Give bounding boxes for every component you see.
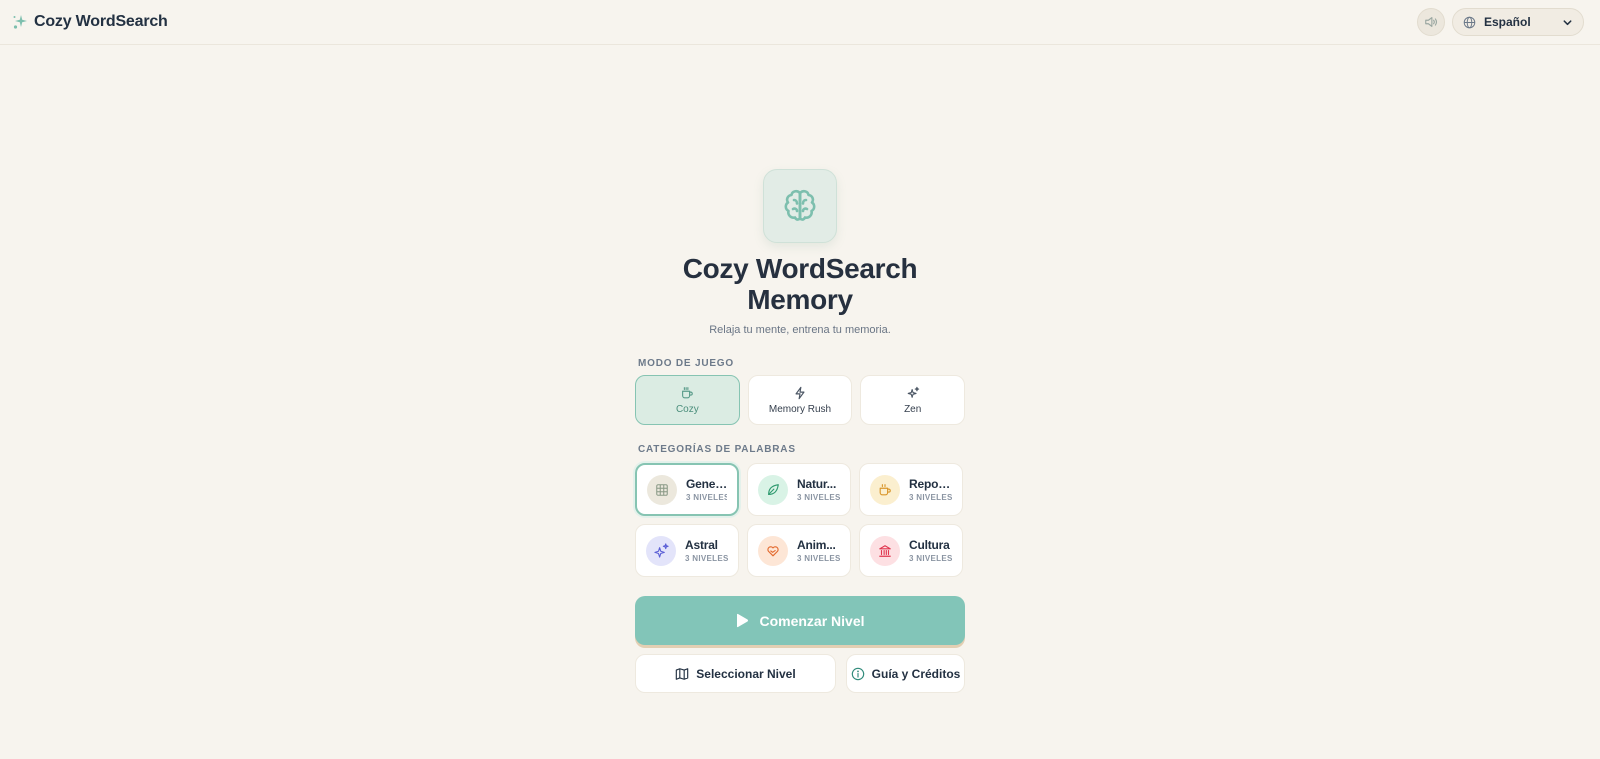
- language-select[interactable]: Español: [1452, 8, 1584, 36]
- guide-credits-button[interactable]: Guía y Créditos: [846, 654, 965, 693]
- title-line-2: Memory: [747, 284, 853, 315]
- cup-icon: [870, 474, 900, 505]
- grid-icon: [647, 474, 677, 505]
- start-level-label: Comenzar Nivel: [759, 612, 865, 629]
- title-line-1: Cozy WordSearch: [682, 253, 918, 284]
- category-levels: 3 NIVELES: [909, 493, 952, 502]
- mode-cozy-button[interactable]: Cozy: [635, 375, 740, 425]
- sparkles-icon: [907, 386, 919, 398]
- category-levels: 3 NIVELES: [909, 554, 952, 563]
- brand[interactable]: Cozy WordSearch: [12, 13, 168, 31]
- mode-label: Memory Rush: [768, 403, 832, 415]
- category-name: Anim...: [797, 538, 836, 552]
- guide-credits-label: Guía y Créditos: [871, 666, 961, 681]
- category-levels: 3 NIVELES: [686, 493, 727, 502]
- top-bar: Cozy WordSearch Español: [0, 0, 1600, 45]
- volume-icon: [1425, 17, 1438, 27]
- select-level-button[interactable]: Seleccionar Nivel: [635, 654, 836, 693]
- category-name: General: [686, 477, 727, 491]
- category-cultura[interactable]: Cultura 3 NIVELES: [859, 524, 963, 577]
- category-levels: 3 NIVELES: [797, 554, 840, 563]
- category-name: Repos...: [909, 477, 951, 491]
- brand-name: Cozy WordSearch: [34, 13, 168, 30]
- category-naturaleza[interactable]: Natur... 3 NIVELES: [747, 463, 851, 516]
- categories-section-label: CATEGORÍAS DE PALABRAS: [638, 444, 796, 455]
- language-label: Español: [1484, 15, 1531, 29]
- mode-section-label: MODO DE JUEGO: [638, 358, 734, 369]
- category-levels: 3 NIVELES: [685, 554, 728, 563]
- info-icon: [851, 667, 864, 680]
- brain-icon: [784, 189, 816, 221]
- category-reposo[interactable]: Repos... 3 NIVELES: [859, 463, 963, 516]
- play-icon: [737, 613, 749, 628]
- select-level-label: Seleccionar Nivel: [696, 666, 796, 681]
- leaf-icon: [758, 474, 788, 505]
- landmark-icon: [870, 535, 900, 566]
- sound-toggle-button[interactable]: [1417, 8, 1445, 36]
- globe-icon: [1463, 16, 1476, 28]
- category-grid: General 3 NIVELES Natur... 3 NIVELES Rep…: [635, 463, 965, 577]
- mode-zen-button[interactable]: Zen: [860, 375, 966, 425]
- category-name: Natur...: [797, 477, 837, 491]
- page-title: Cozy WordSearch Memory: [600, 253, 1000, 315]
- mode-label: Zen: [904, 403, 922, 415]
- hero-logo: [763, 169, 837, 243]
- map-icon: [676, 667, 689, 680]
- category-astral[interactable]: Astral 3 NIVELES: [635, 524, 739, 577]
- category-levels: 3 NIVELES: [797, 493, 840, 502]
- sparkle-icon: [13, 15, 27, 29]
- zap-icon: [795, 386, 805, 399]
- mode-selector: Cozy Memory Rush Zen: [635, 375, 966, 425]
- heart-hand-icon: [758, 535, 788, 566]
- category-name: Cultura: [909, 538, 950, 552]
- category-animales[interactable]: Anim... 3 NIVELES: [747, 524, 851, 577]
- category-name: Astral: [685, 538, 718, 552]
- coffee-icon: [682, 386, 694, 398]
- chevron-down-icon: [1563, 19, 1572, 25]
- stars-icon: [646, 535, 676, 566]
- start-level-button[interactable]: Comenzar Nivel: [635, 596, 965, 645]
- mode-label: Cozy: [675, 403, 699, 415]
- subtitle: Relaja tu mente, entrena tu memoria.: [709, 324, 891, 336]
- category-general[interactable]: General 3 NIVELES: [635, 463, 739, 516]
- mode-memory-rush-button[interactable]: Memory Rush: [747, 375, 853, 425]
